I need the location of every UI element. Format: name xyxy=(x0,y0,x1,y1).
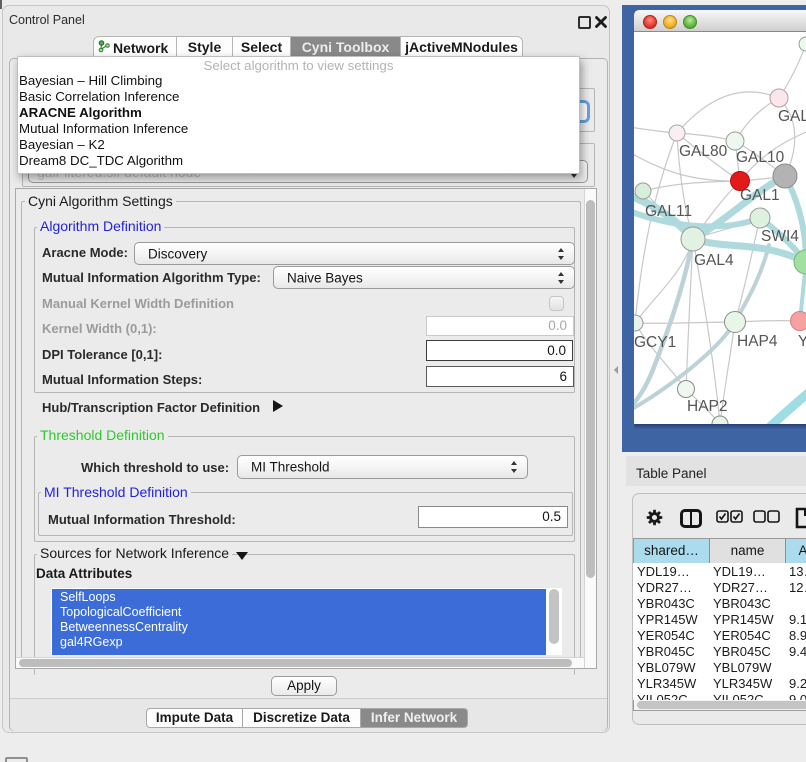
svg-text:HAP4: HAP4 xyxy=(737,333,778,350)
svg-text:GAL4: GAL4 xyxy=(694,252,734,269)
svg-text:HAP2: HAP2 xyxy=(687,398,728,415)
svg-text:GAL1: GAL1 xyxy=(740,187,780,204)
svg-text:GAL10: GAL10 xyxy=(736,149,785,166)
svg-text:GCY1: GCY1 xyxy=(634,334,676,351)
svg-text:GAL11: GAL11 xyxy=(645,203,692,220)
svg-text:GAL80: GAL80 xyxy=(679,143,728,160)
svg-text:GAL7: GAL7 xyxy=(778,108,806,125)
svg-text:SWI4: SWI4 xyxy=(761,228,799,245)
svg-text:YEL: YEL xyxy=(798,333,806,350)
